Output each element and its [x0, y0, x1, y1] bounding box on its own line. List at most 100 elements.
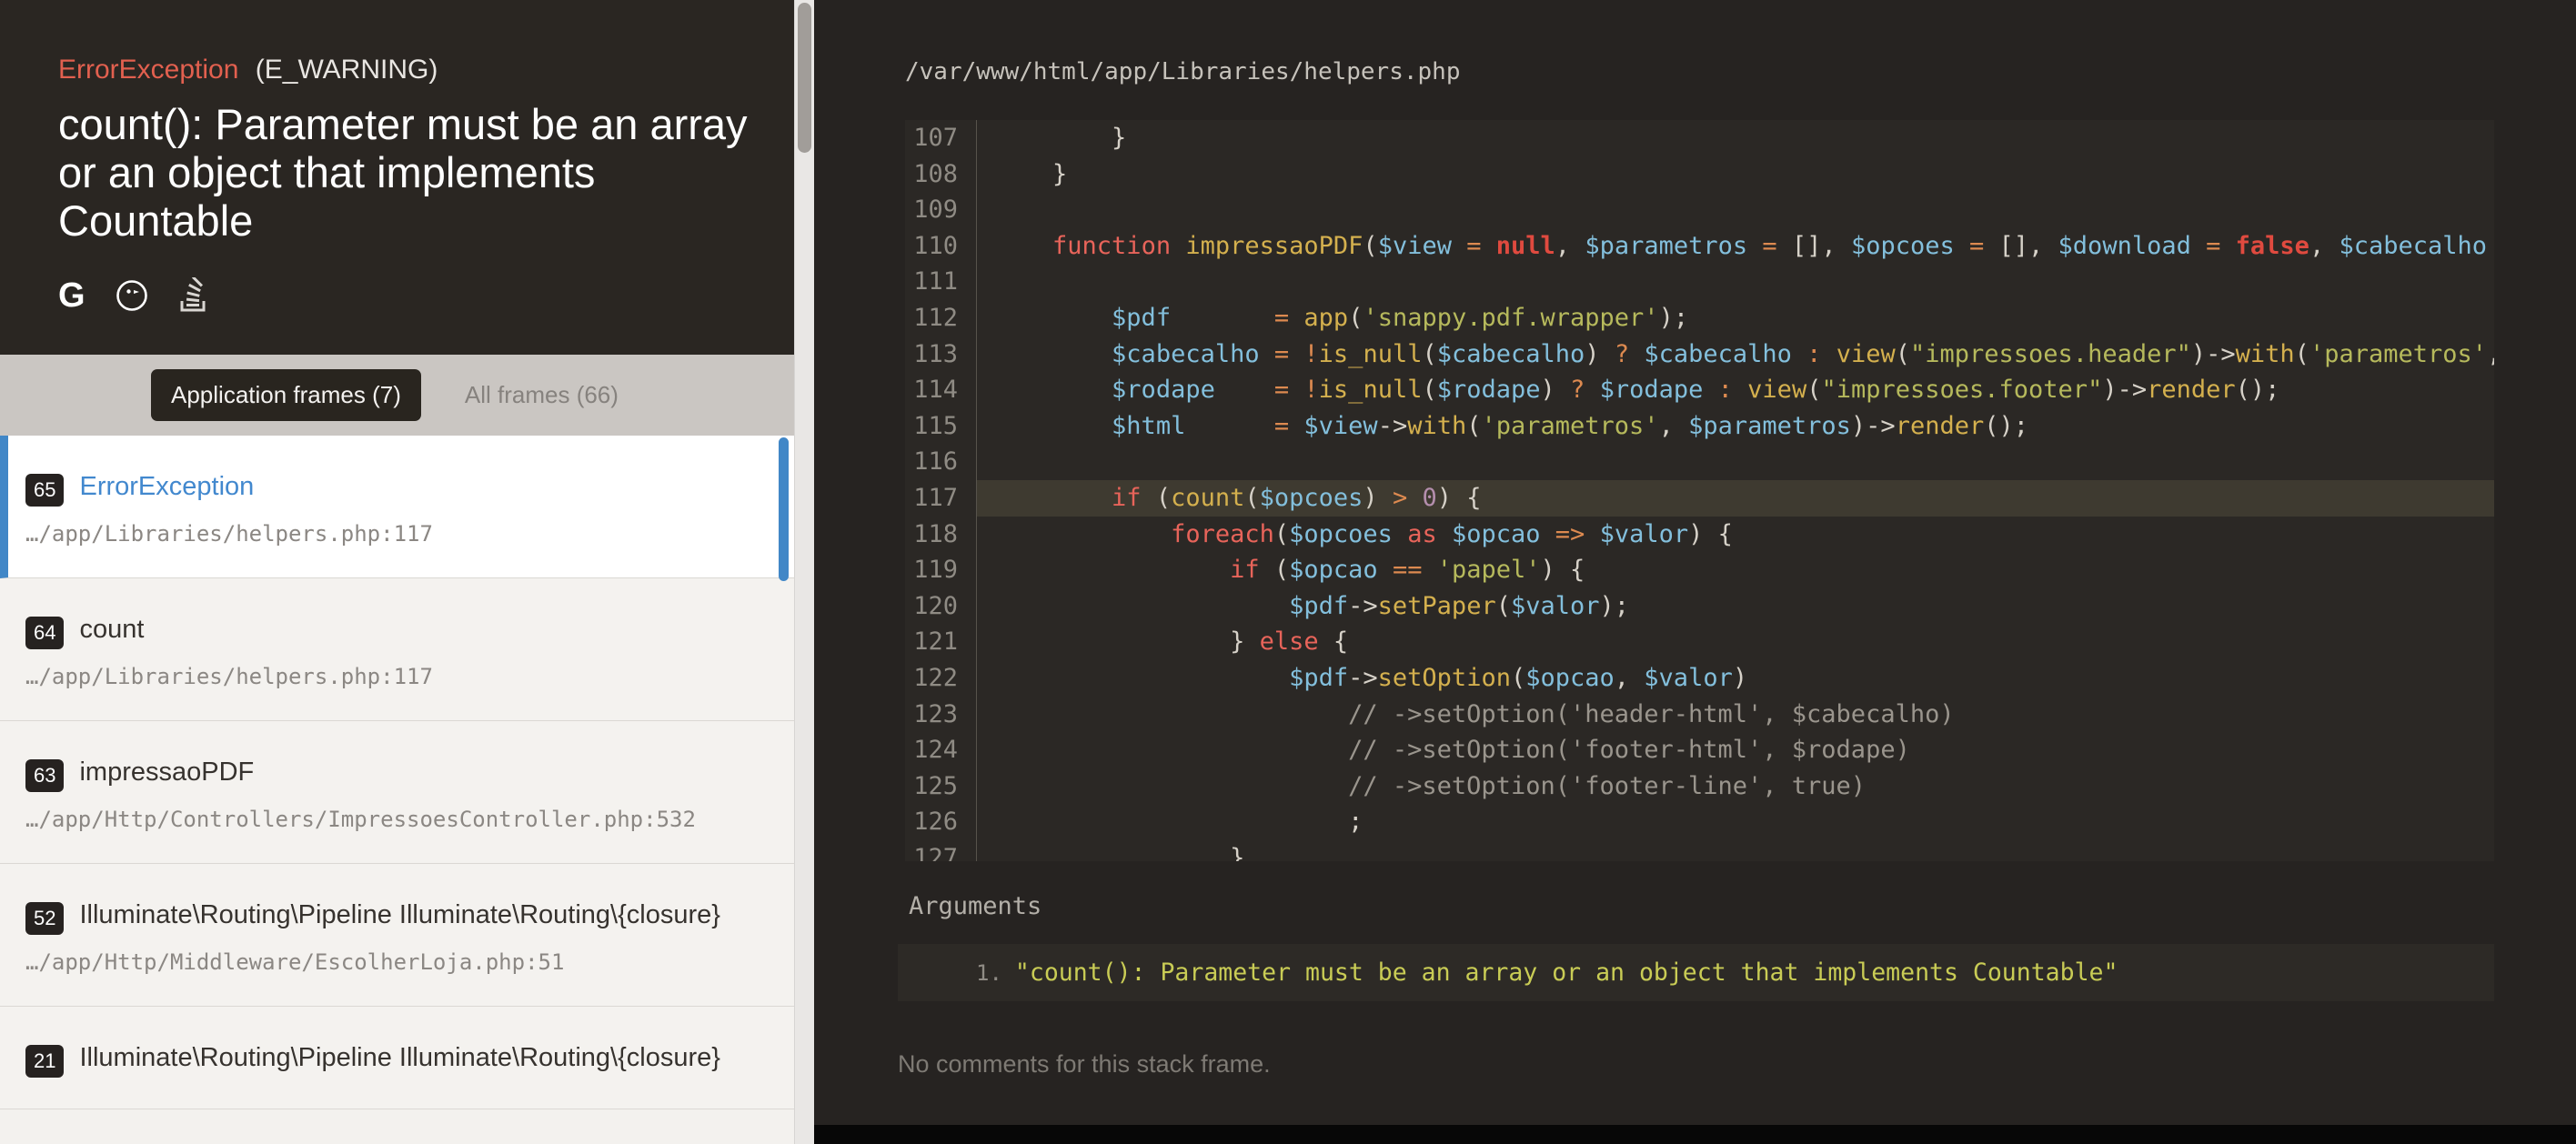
code-line: 126 ; — [905, 804, 2494, 840]
code-line: 114 $rodape = !is_null($rodape) ? $rodap… — [905, 372, 2494, 408]
details-panel: /var/www/html/app/Libraries/helpers.php … — [814, 0, 2576, 1144]
code-line: 127 } — [905, 840, 2494, 861]
frame-item[interactable]: 63impressaoPDF…/app/Http/Controllers/Imp… — [0, 721, 794, 864]
code-text: ; — [976, 804, 2494, 840]
code-line: 120 $pdf->setPaper($valor); — [905, 588, 2494, 625]
code-line: 107 } — [905, 120, 2494, 156]
code-line: 122 $pdf->setOption($opcao, $valor) — [905, 660, 2494, 697]
code-viewer[interactable]: 107 }108 }109 110 function impressaoPDF(… — [905, 120, 2494, 861]
exception-message: count(): Parameter must be an array or a… — [58, 100, 761, 245]
frames-list: 65 ErrorException …/app/Libraries/helpers.… — [0, 436, 794, 1144]
code-line: 124 // ->setOption('footer-html', $rodap… — [905, 732, 2494, 768]
frame-path: …/app/Libraries/helpers.php:117 — [25, 664, 767, 689]
frame-item[interactable]: 65 ErrorException …/app/Libraries/helpers.… — [0, 436, 794, 578]
code-text — [976, 192, 2494, 228]
duckduckgo-icon — [115, 278, 149, 313]
code-line: 110 function impressaoPDF($view = null, … — [905, 228, 2494, 265]
whoops-error-page: ErrorException (E_WARNING) count(): Para… — [0, 0, 2576, 1144]
frame-path: …/app/Http/Middleware/EscolherLoja.php:5… — [25, 949, 767, 975]
stackoverflow-search-icon[interactable] — [178, 277, 209, 314]
frame-item[interactable]: 64count…/app/Libraries/helpers.php:117 — [0, 578, 794, 721]
frame-title: ErrorException — [79, 470, 254, 503]
line-number: 113 — [905, 336, 976, 373]
code-line: 125 // ->setOption('footer-line', true) — [905, 768, 2494, 805]
line-number: 123 — [905, 697, 976, 733]
stackoverflow-icon — [178, 277, 209, 314]
code-text: function impressaoPDF($view = null, $par… — [976, 228, 2494, 265]
arguments-list: 1. "count(): Parameter must be an array o… — [898, 944, 2494, 1001]
code-line-highlighted: 117 if (count($opcoes) > 0) { — [905, 480, 2494, 517]
code-text: $pdf = app('snappy.pdf.wrapper'); — [976, 300, 2494, 336]
code-line: 121 } else { — [905, 624, 2494, 660]
code-line: 113 $cabecalho = !is_null($cabecalho) ? … — [905, 336, 2494, 373]
tab-all-frames[interactable]: All frames (66) — [459, 380, 624, 410]
line-number: 125 — [905, 768, 976, 805]
arguments-title: Arguments — [909, 892, 2494, 920]
code-line: 112 $pdf = app('snappy.pdf.wrapper'); — [905, 300, 2494, 336]
google-search-icon[interactable]: G — [58, 278, 86, 313]
frame-path: …/app/Libraries/helpers.php:117 — [25, 521, 767, 547]
line-number: 119 — [905, 552, 976, 588]
argument-value: "count(): Parameter must be an array or … — [1015, 958, 2118, 987]
code-text: } — [976, 840, 2494, 861]
line-number: 120 — [905, 588, 976, 625]
code-line: 108 } — [905, 156, 2494, 193]
code-text — [976, 444, 2494, 480]
code-text: $pdf->setPaper($valor); — [976, 588, 2494, 625]
frame-index-badge: 63 — [25, 759, 64, 792]
frame-file-path: /var/www/html/app/Libraries/helpers.php — [814, 0, 2576, 85]
line-number: 118 — [905, 517, 976, 553]
argument-row: 1. "count(): Parameter must be an array o… — [898, 944, 2494, 1001]
code-text: $cabecalho = !is_null($cabecalho) ? $cab… — [976, 336, 2494, 373]
exception-level: (E_WARNING) — [256, 55, 438, 85]
code-line: 111 — [905, 264, 2494, 300]
exception-title-row: ErrorException (E_WARNING) — [58, 0, 761, 85]
frame-title: Illuminate\Routing\Pipeline Illuminate\R… — [79, 1041, 719, 1074]
code-text: // ->setOption('header-html', $cabecalho… — [976, 697, 2494, 733]
code-line: 116 — [905, 444, 2494, 480]
code-text: $html = $view->with('parametros', $param… — [976, 408, 2494, 445]
line-number: 112 — [905, 300, 976, 336]
line-number: 116 — [905, 444, 976, 480]
line-number: 126 — [905, 804, 976, 840]
frames-tab-bar: Application frames (7) All frames (66) — [0, 355, 794, 436]
frame-item[interactable]: 52Illuminate\Routing\Pipeline Illuminate… — [0, 864, 794, 1007]
line-number: 110 — [905, 228, 976, 265]
line-number: 114 — [905, 372, 976, 408]
duckduckgo-search-icon[interactable] — [115, 278, 149, 313]
code-text: foreach($opcoes as $opcao => $valor) { — [976, 517, 2494, 553]
frame-item[interactable]: 21Illuminate\Routing\Pipeline Illuminate… — [0, 1007, 794, 1109]
page-scrollbar-thumb[interactable] — [798, 3, 811, 153]
line-number: 115 — [905, 408, 976, 445]
frame-title: Illuminate\Routing\Pipeline Illuminate\R… — [79, 898, 719, 931]
code-text — [976, 264, 2494, 300]
tab-application-frames[interactable]: Application frames (7) — [151, 369, 421, 421]
line-number: 109 — [905, 192, 976, 228]
argument-index: 1. — [976, 960, 1002, 986]
line-number: 107 — [905, 120, 976, 156]
code-line: 119 if ($opcao == 'papel') { — [905, 552, 2494, 588]
arguments-section: Arguments 1. "count(): Parameter must be … — [898, 892, 2494, 1001]
code-text: $pdf->setOption($opcao, $valor) — [976, 660, 2494, 697]
code-line: 123 // ->setOption('header-html', $cabec… — [905, 697, 2494, 733]
frame-path: …/app/Http/Controllers/ImpressoesControl… — [25, 807, 767, 832]
exception-header: ErrorException (E_WARNING) count(): Para… — [0, 0, 794, 355]
exception-class: ErrorException — [58, 55, 238, 85]
code-text: } — [976, 120, 2494, 156]
code-line: 118 foreach($opcoes as $opcao => $valor)… — [905, 517, 2494, 553]
frames-scrollbar-thumb[interactable] — [779, 437, 789, 581]
frame-title: count — [79, 613, 144, 646]
line-number: 127 — [905, 840, 976, 861]
code-text: $rodape = !is_null($rodape) ? $rodape : … — [976, 372, 2494, 408]
code-text: // ->setOption('footer-line', true) — [976, 768, 2494, 805]
code-line: 115 $html = $view->with('parametros', $p… — [905, 408, 2494, 445]
line-number: 122 — [905, 660, 976, 697]
code-text: if (count($opcoes) > 0) { — [976, 480, 2494, 517]
line-number: 108 — [905, 156, 976, 193]
page-scrollbar-track[interactable] — [794, 0, 814, 1144]
frame-index-badge: 65 — [25, 474, 64, 507]
code-text: if ($opcao == 'papel') { — [976, 552, 2494, 588]
code-line: 109 — [905, 192, 2494, 228]
code-text: // ->setOption('footer-html', $rodape) — [976, 732, 2494, 768]
code-text: } — [976, 156, 2494, 193]
